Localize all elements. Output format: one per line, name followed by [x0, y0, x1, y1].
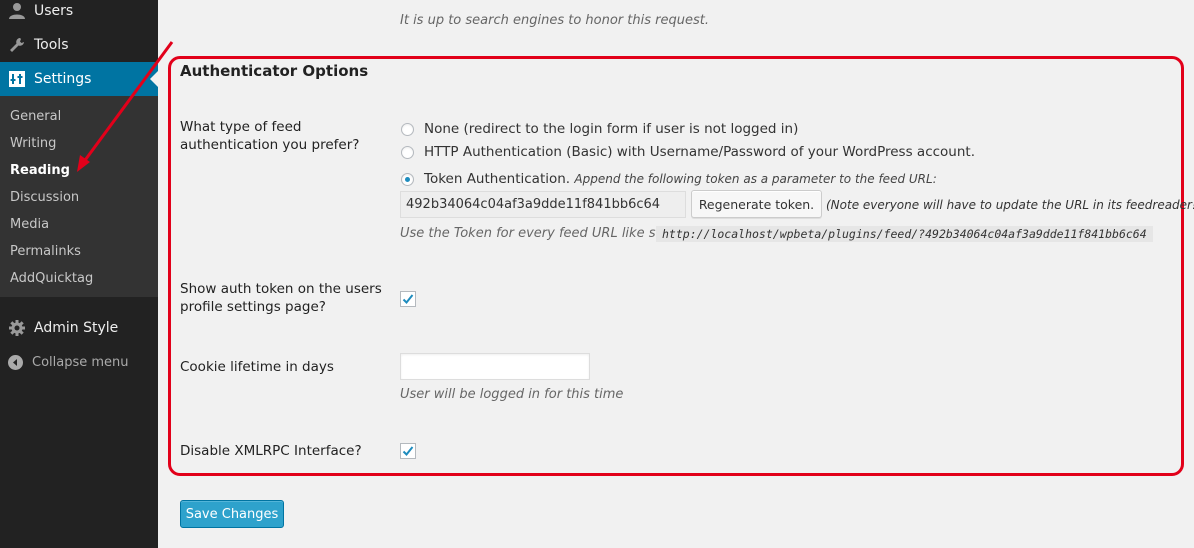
radio-auth-token-label[interactable]: Token Authentication. Append the followi… — [424, 171, 937, 187]
collapse-menu-label: Collapse menu — [32, 354, 129, 370]
collapse-icon — [8, 354, 23, 370]
checkmark-icon — [402, 294, 414, 304]
admin-sidebar: Users Tools Settings General Writing Rea… — [0, 0, 158, 548]
save-changes-button[interactable]: Save Changes — [180, 500, 284, 528]
token-option-note: Append the following token as a paramete… — [574, 172, 937, 186]
sidebar-item-label: Admin Style — [34, 320, 119, 336]
submenu-item-general[interactable]: General — [10, 103, 61, 130]
regenerate-note: (Note everyone will have to update the U… — [826, 198, 1194, 212]
token-hint: Use the Token for every feed URL like so… — [400, 226, 668, 241]
sidebar-item-label: Settings — [34, 71, 92, 87]
submenu-item-writing[interactable]: Writing — [10, 130, 56, 157]
sidebar-item-label: Tools — [34, 37, 69, 53]
cookie-lifetime-label: Cookie lifetime in days — [180, 359, 334, 375]
wrench-icon — [6, 36, 28, 54]
sidebar-item-admin-style[interactable]: Admin Style — [0, 311, 158, 345]
disable-xmlrpc-checkbox[interactable] — [400, 443, 416, 459]
users-icon — [6, 2, 28, 20]
submenu-item-discussion[interactable]: Discussion — [10, 184, 79, 211]
checkmark-icon — [402, 446, 414, 456]
token-example-url: http://localhost/wpbeta/plugins/feed/?49… — [656, 226, 1153, 242]
radio-auth-http[interactable] — [401, 146, 414, 159]
collapse-menu-button[interactable]: Collapse menu — [0, 350, 158, 374]
radio-auth-none-label[interactable]: None (redirect to the login form if user… — [424, 121, 798, 137]
settings-submenu: General Writing Reading Discussion Media… — [0, 96, 158, 297]
show-token-label: Show auth token on the users profile set… — [180, 281, 382, 315]
submenu-item-reading[interactable]: Reading — [10, 157, 70, 184]
cookie-lifetime-description: User will be logged in for this time — [400, 387, 624, 402]
submenu-item-addquicktag[interactable]: AddQuicktag — [10, 265, 93, 292]
sidebar-item-settings[interactable]: Settings — [0, 62, 158, 96]
submenu-item-permalinks[interactable]: Permalinks — [10, 238, 81, 265]
token-field[interactable]: 492b34064c04af3a9dde11f841bb6c64 — [400, 191, 686, 218]
gear-icon — [6, 319, 28, 337]
section-title: Authenticator Options — [180, 62, 369, 80]
radio-auth-http-label[interactable]: HTTP Authentication (Basic) with Usernam… — [424, 144, 975, 160]
radio-auth-none[interactable] — [401, 123, 414, 136]
sidebar-item-tools[interactable]: Tools — [0, 28, 158, 62]
cookie-lifetime-input[interactable] — [400, 353, 590, 380]
sidebar-item-users[interactable]: Users — [0, 0, 158, 28]
feed-auth-label: What type of feed authentication you pre… — [180, 119, 360, 153]
token-option-label: Token Authentication. — [424, 171, 571, 187]
search-engine-description: It is up to search engines to honor this… — [400, 13, 709, 28]
disable-xmlrpc-label: Disable XMLRPC Interface? — [180, 443, 362, 459]
sidebar-item-label: Users — [34, 3, 74, 19]
regenerate-token-button[interactable]: Regenerate token. — [691, 190, 822, 218]
radio-auth-token[interactable] — [401, 173, 414, 186]
submenu-item-media[interactable]: Media — [10, 211, 49, 238]
show-token-checkbox[interactable] — [400, 291, 416, 307]
settings-icon — [6, 70, 28, 88]
